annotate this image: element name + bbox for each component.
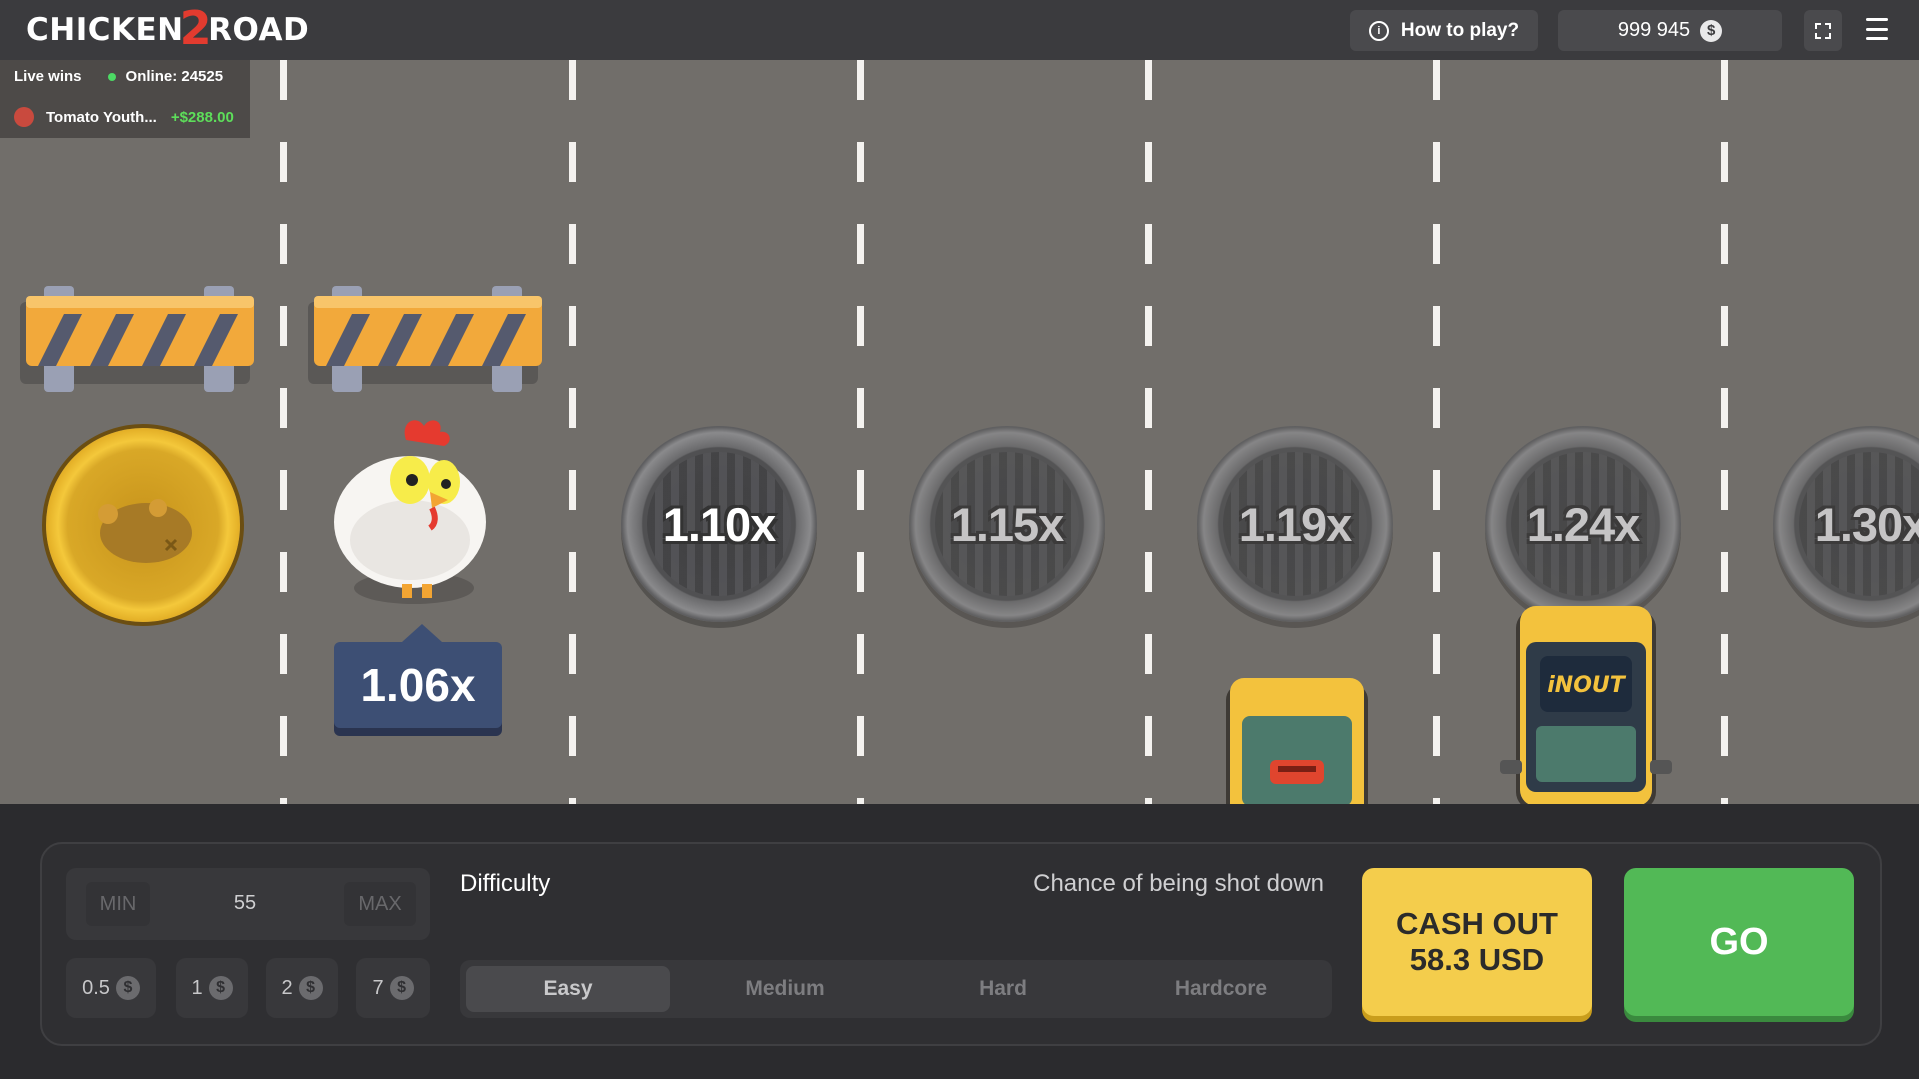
- bet-max-button[interactable]: MAX: [344, 882, 416, 926]
- menu-icon-line: [1866, 37, 1888, 40]
- fullscreen-button[interactable]: [1804, 10, 1842, 51]
- info-icon: i: [1368, 20, 1389, 41]
- tab-hardcore[interactable]: Hardcore: [1119, 966, 1323, 1012]
- difficulty-label: Difficulty: [460, 870, 551, 897]
- lane-divider: [1145, 60, 1152, 804]
- multiplier-manhole: 1.10x: [621, 426, 817, 622]
- quick-bet-value: 1: [191, 976, 203, 999]
- dollar-icon: $: [298, 976, 323, 1000]
- lane-divider: [569, 60, 576, 804]
- lane-divider: [1721, 60, 1728, 804]
- expand-icon: [1815, 22, 1831, 39]
- balance-display: 999 945 $: [1558, 10, 1782, 51]
- delivery-car-icon: iNOUT: [1500, 606, 1672, 804]
- collected-gold-coin-icon: [46, 428, 240, 622]
- how-to-play-button[interactable]: i How to play?: [1350, 10, 1538, 51]
- multiplier-value: 1.30x: [1814, 497, 1919, 551]
- go-button[interactable]: GO: [1624, 868, 1854, 1016]
- how-to-play-label: How to play?: [1400, 19, 1520, 41]
- menu-icon-line: [1866, 18, 1888, 21]
- quick-bet-value: 7: [372, 976, 384, 999]
- multiplier-value: 1.10x: [662, 497, 777, 551]
- multiplier-manhole: 1.15x: [909, 426, 1105, 622]
- cash-out-label: CASH OUT: [1396, 906, 1558, 941]
- multiplier-value: 1.19x: [1238, 497, 1353, 551]
- quick-bet-value: 2: [281, 976, 293, 999]
- win-amount: +$288.00: [170, 108, 234, 126]
- player-name: Tomato Youth...: [46, 108, 157, 126]
- live-win-entry: Tomato Youth... +$288.00: [14, 107, 234, 127]
- dollar-icon: $: [389, 976, 414, 1000]
- quick-bet-value: 0.5: [82, 976, 110, 999]
- bet-amount-input[interactable]: 55: [200, 892, 290, 915]
- multiplier-manhole: 1.24x: [1485, 426, 1681, 622]
- menu-icon-line: [1866, 27, 1888, 31]
- road-barrier-icon: [20, 286, 254, 392]
- tab-hard[interactable]: Hard: [901, 966, 1105, 1012]
- taxi-car-icon: [1226, 678, 1368, 804]
- car-logo-text: iNOUT: [1547, 673, 1627, 698]
- current-multiplier-badge: 1.06x: [334, 624, 502, 728]
- chance-label: Chance of being shot down: [1033, 870, 1324, 897]
- quick-bet-button[interactable]: 7 $: [356, 958, 430, 1018]
- live-wins-panel: Live wins Online: 24525 Tomato Youth... …: [0, 60, 250, 138]
- roast-chicken-icon: [98, 499, 192, 563]
- tab-easy[interactable]: Easy: [466, 966, 670, 1012]
- road-barrier-icon: [308, 286, 542, 392]
- dollar-icon: $: [115, 976, 140, 1000]
- tab-medium[interactable]: Medium: [683, 966, 887, 1012]
- multiplier-value: 1.24x: [1526, 497, 1641, 551]
- multiplier-value: 1.15x: [950, 497, 1065, 551]
- bet-min-button[interactable]: MIN: [86, 882, 150, 926]
- online-status-icon: [107, 72, 116, 81]
- dollar-coin-icon: $: [1700, 19, 1723, 42]
- quick-bet-button[interactable]: 2 $: [266, 958, 338, 1018]
- top-bar: CHICKEN 2 ROAD i How to play? 999 945 $: [0, 0, 1919, 60]
- difficulty-tabs: Easy Medium Hard Hardcore: [460, 960, 1332, 1018]
- cash-out-amount: 58.3 USD: [1409, 942, 1545, 977]
- quick-bet-button[interactable]: 1 $: [176, 958, 248, 1018]
- quick-bet-button[interactable]: 0.5 $: [66, 958, 156, 1018]
- game-logo: CHICKEN 2 ROAD: [26, 1, 310, 55]
- cash-out-button[interactable]: CASH OUT 58.3 USD: [1362, 868, 1592, 1016]
- player-avatar: [14, 107, 34, 127]
- logo-digit: 2: [179, 1, 213, 55]
- online-count: Online: 24525: [125, 68, 224, 85]
- chicken-character-icon: [334, 420, 486, 604]
- lane-divider: [857, 60, 864, 804]
- lane-divider: [280, 60, 287, 804]
- balance-value: 999 945: [1617, 19, 1691, 41]
- current-multiplier-value: 1.06x: [360, 659, 476, 711]
- multiplier-manhole: 1.19x: [1197, 426, 1393, 622]
- live-wins-title: Live wins: [14, 68, 82, 85]
- dollar-icon: $: [208, 976, 233, 1000]
- logo-text-left: CHICKEN: [26, 12, 184, 48]
- logo-text-right: ROAD: [208, 12, 310, 48]
- hamburger-menu-button[interactable]: [1866, 18, 1888, 40]
- lane-divider: [1433, 60, 1440, 804]
